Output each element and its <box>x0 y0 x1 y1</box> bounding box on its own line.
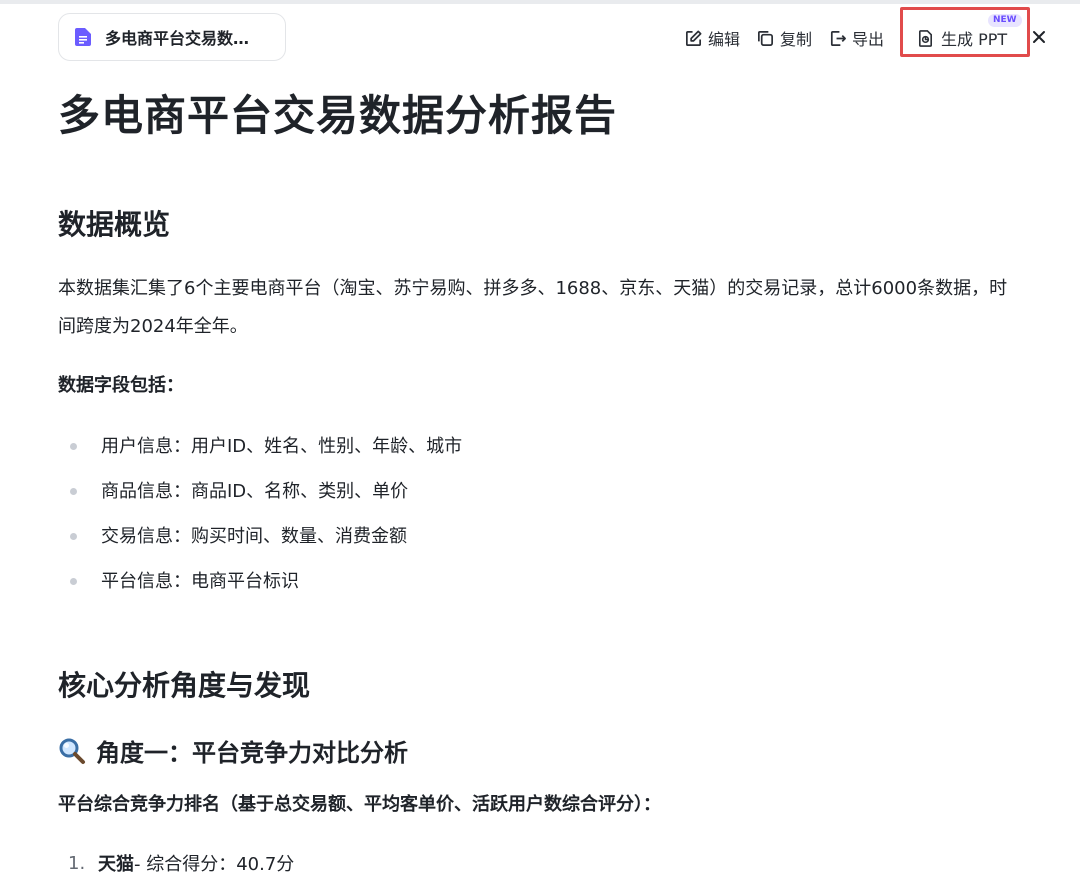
copy-button-label: 复制 <box>780 30 813 49</box>
list-item-text: 商品信息：商品ID、名称、类别、单价 <box>101 480 409 502</box>
close-icon <box>1033 31 1045 43</box>
list-item-text: 用户信息：用户ID、姓名、性别、年龄、城市 <box>101 435 463 457</box>
document-toolbar: 编辑 复制 导出 <box>684 22 900 54</box>
list-item: 交易信息：购买时间、数量、消费金额 <box>58 514 462 559</box>
list-item-text: 平台信息：电商平台标识 <box>101 570 299 592</box>
edit-button[interactable]: 编辑 <box>684 26 740 50</box>
bullet-icon <box>70 578 77 585</box>
export-button[interactable]: 导出 <box>828 26 884 50</box>
subheading-text: 角度一：平台竞争力对比分析 <box>96 739 408 767</box>
bullet-icon <box>70 488 77 495</box>
magnifier-icon <box>59 738 85 764</box>
close-button[interactable] <box>1028 26 1050 48</box>
generate-ppt-label: 生成 PPT <box>941 30 1008 49</box>
ranking-label: 平台综合竞争力排名（基于总交易额、平均客单价、活跃用户数综合评分）： <box>58 794 661 815</box>
export-button-label: 导出 <box>852 30 885 49</box>
ranking-platform-name: 天猫 <box>98 854 134 875</box>
fields-list: 用户信息：用户ID、姓名、性别、年龄、城市 商品信息：商品ID、名称、类别、单价… <box>58 424 462 604</box>
section-heading-findings: 核心分析角度与发现 <box>58 669 311 702</box>
document-title: 多电商平台交易数据分析报告 <box>58 91 618 140</box>
window-top-border <box>0 0 1080 4</box>
ranking-number: 1. <box>68 852 86 874</box>
ranking-item: 1. 天猫 - 综合得分：40.7分 <box>58 850 294 876</box>
document-chip-title: 多电商平台交易数… <box>105 29 250 48</box>
copy-icon <box>758 30 774 46</box>
list-item: 用户信息：用户ID、姓名、性别、年龄、城市 <box>58 424 462 469</box>
fields-label: 数据字段包括： <box>58 375 184 396</box>
list-item: 商品信息：商品ID、名称、类别、单价 <box>58 469 462 514</box>
document-tab-chip[interactable]: 多电商平台交易数… <box>58 13 286 61</box>
bullet-icon <box>70 533 77 540</box>
edit-icon <box>685 30 702 46</box>
copy-button[interactable]: 复制 <box>756 26 812 50</box>
list-item-text: 交易信息：购买时间、数量、消费金额 <box>101 525 407 547</box>
bullet-icon <box>70 443 77 450</box>
generate-ppt-icon <box>918 29 933 47</box>
generate-ppt-button[interactable]: 生成 PPT <box>916 26 1007 50</box>
document-body: 多电商平台交易数据分析报告 <box>58 86 1038 146</box>
subheading-angle-one: 角度一：平台竞争力对比分析 <box>58 733 408 768</box>
overview-paragraph: 本数据集汇集了6个主要电商平台（淘宝、苏宁易购、拼多多、1688、京东、天猫）的… <box>58 278 1008 337</box>
ranking-detail: - 综合得分：40.7分 <box>134 854 295 875</box>
edit-button-label: 编辑 <box>708 30 741 49</box>
export-icon <box>830 30 846 46</box>
section-heading-overview: 数据概览 <box>58 208 171 241</box>
list-item: 平台信息：电商平台标识 <box>58 559 462 604</box>
document-icon <box>75 28 91 46</box>
